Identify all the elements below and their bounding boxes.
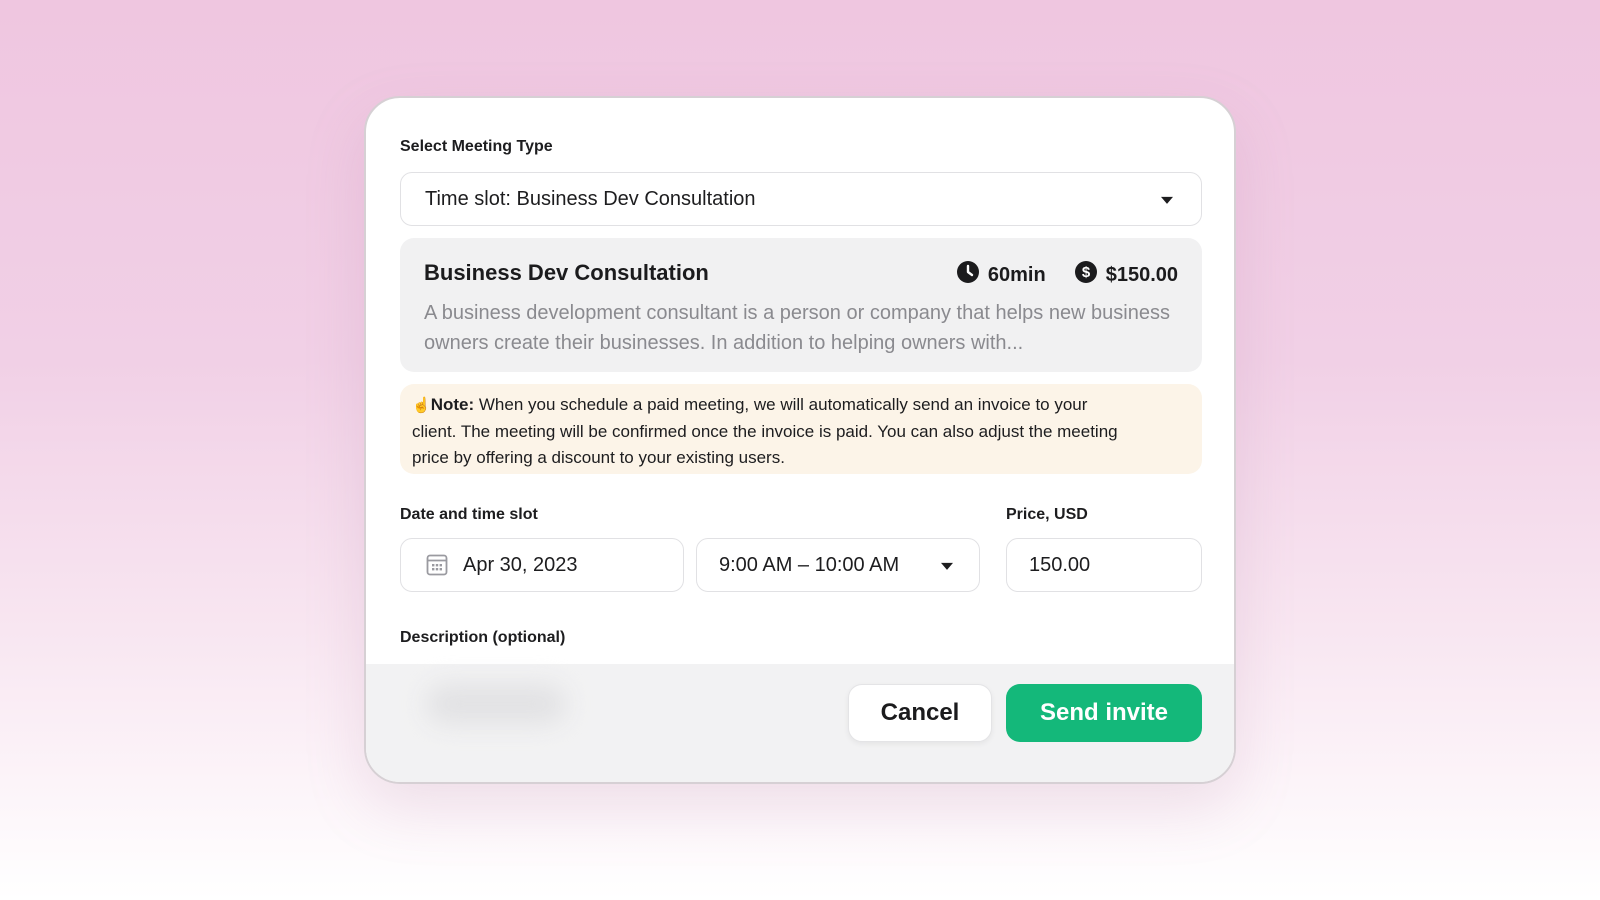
time-slot-value: 9:00 AM – 10:00 AM [719,553,900,576]
date-picker[interactable]: Apr 30, 2023 [400,538,684,592]
meeting-type-label: Select Meeting Type [400,138,553,155]
price-label: Price, USD [1006,506,1088,523]
price-value: $150.00 [1105,263,1178,286]
price-info: $ $150.00 [1074,260,1178,290]
blurred-description-input [426,684,566,724]
modal-footer: Cancel Send invite [366,664,1234,782]
meeting-meta: 60min $ $150.00 [956,260,1178,290]
chevron-down-icon [1161,196,1173,204]
note-label: Note: [430,395,475,414]
note-text-3: price by offering a discount to your exi… [412,448,785,467]
price-input-value: 150.00 [1029,553,1091,576]
note-text-2: client. The meeting will be confirmed on… [412,422,1118,441]
meeting-type-value: Time slot: Business Dev Consultation [425,187,756,210]
send-invite-button[interactable]: Send invite [1006,684,1202,742]
cancel-button[interactable]: Cancel [848,684,992,742]
time-slot-select[interactable]: 9:00 AM – 10:00 AM [696,538,980,592]
duration-info: 60min [956,260,1046,290]
note-text-1: When you schedule a paid meeting, we wil… [474,395,1088,414]
date-value: Apr 30, 2023 [463,553,578,576]
meeting-description-text: A business development consultant is a p… [424,302,1170,354]
chevron-down-icon [941,562,953,570]
svg-text:$: $ [1082,264,1091,281]
schedule-meeting-modal: Select Meeting Type Time slot: Business … [364,96,1236,784]
meeting-type-select[interactable]: Time slot: Business Dev Consultation [400,172,1202,226]
meeting-title: Business Dev Consultation [424,260,709,285]
clock-icon [956,260,980,290]
price-input[interactable]: 150.00 [1006,538,1202,592]
dollar-circle-icon: $ [1074,260,1098,290]
meeting-description: A business development consultant is a p… [424,298,1184,358]
date-time-label: Date and time slot [400,506,538,523]
pointing-hand-icon: ☝️ [412,397,431,414]
duration-value: 60min [987,263,1046,286]
calendar-icon [425,553,449,577]
description-label: Description (optional) [400,629,566,646]
meeting-details-card: Business Dev Consultation 60min $ $150.0… [400,238,1202,372]
invoice-note: ☝️Note: When you schedule a paid meeting… [400,384,1202,474]
